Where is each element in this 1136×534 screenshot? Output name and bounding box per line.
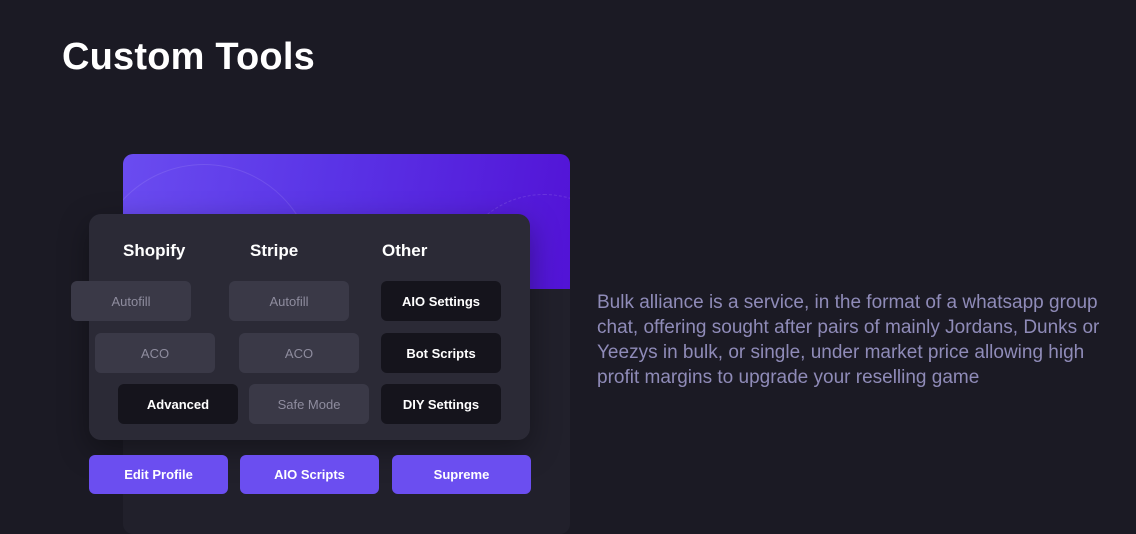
chip-bot-scripts[interactable]: Bot Scripts [381, 333, 501, 373]
chip-stripe-aco[interactable]: ACO [239, 333, 359, 373]
column-title-other: Other [382, 241, 428, 260]
chip-aio-settings[interactable]: AIO Settings [381, 281, 501, 321]
column-title-shopify: Shopify [123, 241, 186, 260]
edit-profile-button[interactable]: Edit Profile [89, 455, 228, 494]
chip-stripe-safe-mode[interactable]: Safe Mode [249, 384, 369, 424]
service-description: Bulk alliance is a service, in the forma… [597, 292, 1100, 388]
aio-scripts-button[interactable]: AIO Scripts [240, 455, 379, 494]
chip-shopify-advanced[interactable]: Advanced [118, 384, 238, 424]
chip-diy-settings[interactable]: DIY Settings [381, 384, 501, 424]
section-title: Custom Tools [62, 36, 315, 78]
chip-stripe-autofill[interactable]: Autofill [229, 281, 349, 321]
supreme-button[interactable]: Supreme [392, 455, 531, 494]
chip-shopify-autofill[interactable]: Autofill [71, 281, 191, 321]
chip-shopify-aco[interactable]: ACO [95, 333, 215, 373]
column-title-stripe: Stripe [250, 241, 299, 260]
